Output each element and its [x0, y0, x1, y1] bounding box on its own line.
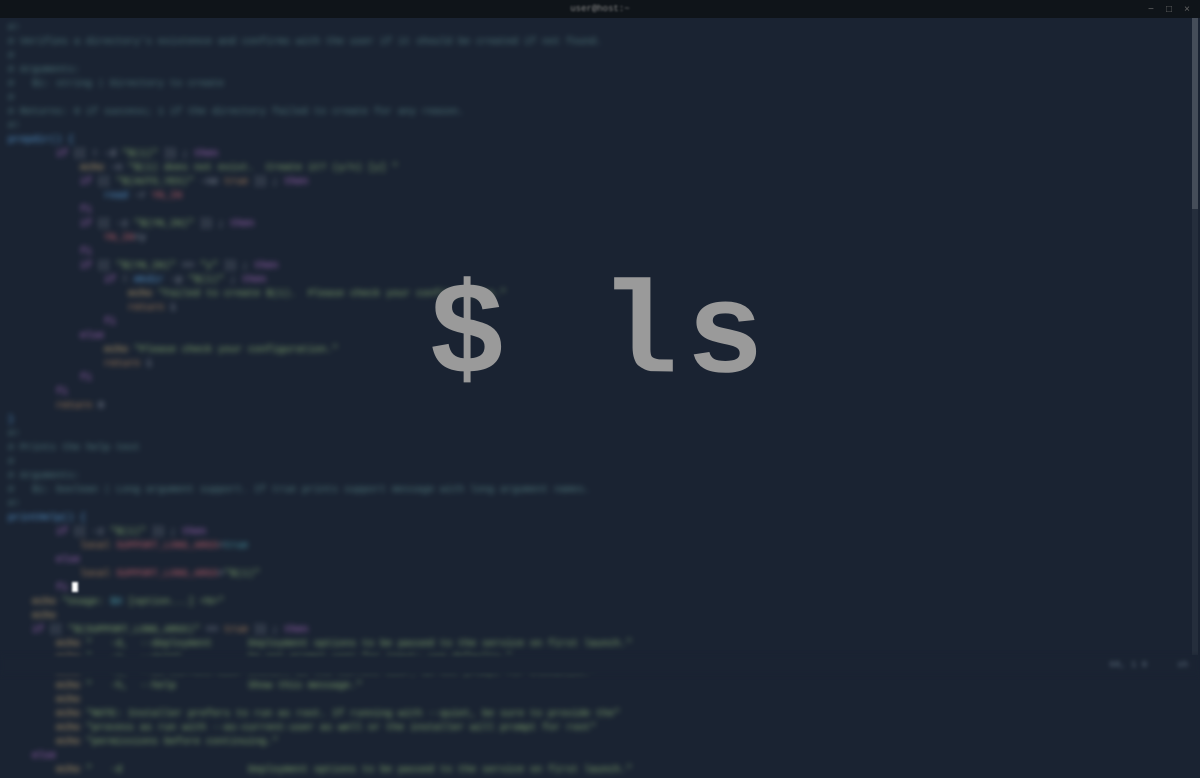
code-line: if [[ "$(AUTO_YES)" -ne true ]] ; then [8, 176, 1192, 190]
code-line: return 0 [8, 400, 1192, 414]
code-line: fi [8, 386, 1192, 400]
statusbar-mode: sh [1177, 660, 1188, 670]
code-line: #! [8, 428, 1192, 442]
code-line: echo "NOTE: Installer prefers to run as … [8, 708, 1192, 722]
code-line: # Verifies a directory's existence and c… [8, 36, 1192, 50]
code-line: return 1 [8, 302, 1192, 316]
code-line: echo " -d Deployment options to be passe… [8, 764, 1192, 778]
code-line: local SUPPORT_LONG_ARGS=true [8, 540, 1192, 554]
code-line: fi [8, 372, 1192, 386]
code-line: fi [8, 204, 1192, 218]
statusbar-position: 68, 1 0 [1109, 660, 1147, 670]
code-line: echo [8, 694, 1192, 708]
code-line: echo " -d, --deployment Deployment optio… [8, 638, 1192, 652]
code-line: else [8, 750, 1192, 764]
code-line: prepdir() { [8, 134, 1192, 148]
code-line: echo "Failed to create $(1). Please chec… [8, 288, 1192, 302]
code-line: echo "permissions before continuing." [8, 736, 1192, 750]
titlebar-text: user@host:~ [570, 4, 629, 14]
code-line: # [8, 456, 1192, 470]
code-line: echo -n "$(1) does not exist. Create it?… [8, 162, 1192, 176]
statusbar: 68, 1 0 sh [0, 655, 1200, 675]
code-line: printHelp() { [8, 512, 1192, 526]
code-line: if ! mkdir -p "$(1)" ; then [8, 274, 1192, 288]
code-line: echo "process as run with --as-current-u… [8, 722, 1192, 736]
code-line: if [[ ! -d "$(1)" ]] ; then [8, 148, 1192, 162]
window-titlebar: user@host:~ − □ × [0, 0, 1200, 18]
code-line: #! [8, 120, 1192, 134]
code-line: # [8, 92, 1192, 106]
code-line: if [[ "$(YN_IN)" == "y" ]] ; then [8, 260, 1192, 274]
code-editor[interactable]: #!# Verifies a directory's existence and… [0, 18, 1200, 655]
code-line: echo " -h, --help Show this message." [8, 680, 1192, 694]
window-controls: − □ × [1148, 5, 1192, 13]
text-cursor [72, 582, 78, 592]
code-line: #! [8, 22, 1192, 36]
code-line: return 1 [8, 358, 1192, 372]
code-line: # Prints the help text [8, 442, 1192, 456]
code-line: fi [8, 316, 1192, 330]
code-line: # Arguments: [8, 470, 1192, 484]
minimize-icon[interactable]: − [1148, 5, 1156, 13]
code-line: else [8, 554, 1192, 568]
code-line: # $1: string | Directory to create [8, 78, 1192, 92]
code-line: if [[ -z "$(1)" ]] ; then [8, 526, 1192, 540]
code-line: #! [8, 498, 1192, 512]
close-icon[interactable]: × [1184, 5, 1192, 13]
scrollbar-thumb[interactable] [1192, 18, 1198, 209]
code-line: YN_IN=y [8, 232, 1192, 246]
code-line: # Returns: 0 if success; 1 if the direct… [8, 106, 1192, 120]
maximize-icon[interactable]: □ [1166, 5, 1174, 13]
code-line: if [[ "$(SUPPORT_LONG_ARGS)" == true ]] … [8, 624, 1192, 638]
code-line: fi [8, 582, 1192, 596]
code-line: read -r YN_IN [8, 190, 1192, 204]
code-line: echo [8, 610, 1192, 624]
code-line: local SUPPORT_LONG_ARGS="$(1)" [8, 568, 1192, 582]
code-line: echo "Please check your configuration." [8, 344, 1192, 358]
code-line: # Arguments: [8, 64, 1192, 78]
code-line: echo "Usage: $0 [option...] <%>" [8, 596, 1192, 610]
code-line: if [[ -z "$(YN_IN)" ]] ; then [8, 218, 1192, 232]
code-line: else [8, 330, 1192, 344]
code-line: fi [8, 246, 1192, 260]
code-line: } [8, 414, 1192, 428]
code-line: # $1: boolean | Long argument support. I… [8, 484, 1192, 498]
scrollbar-vertical[interactable] [1192, 18, 1198, 655]
code-line: # [8, 50, 1192, 64]
